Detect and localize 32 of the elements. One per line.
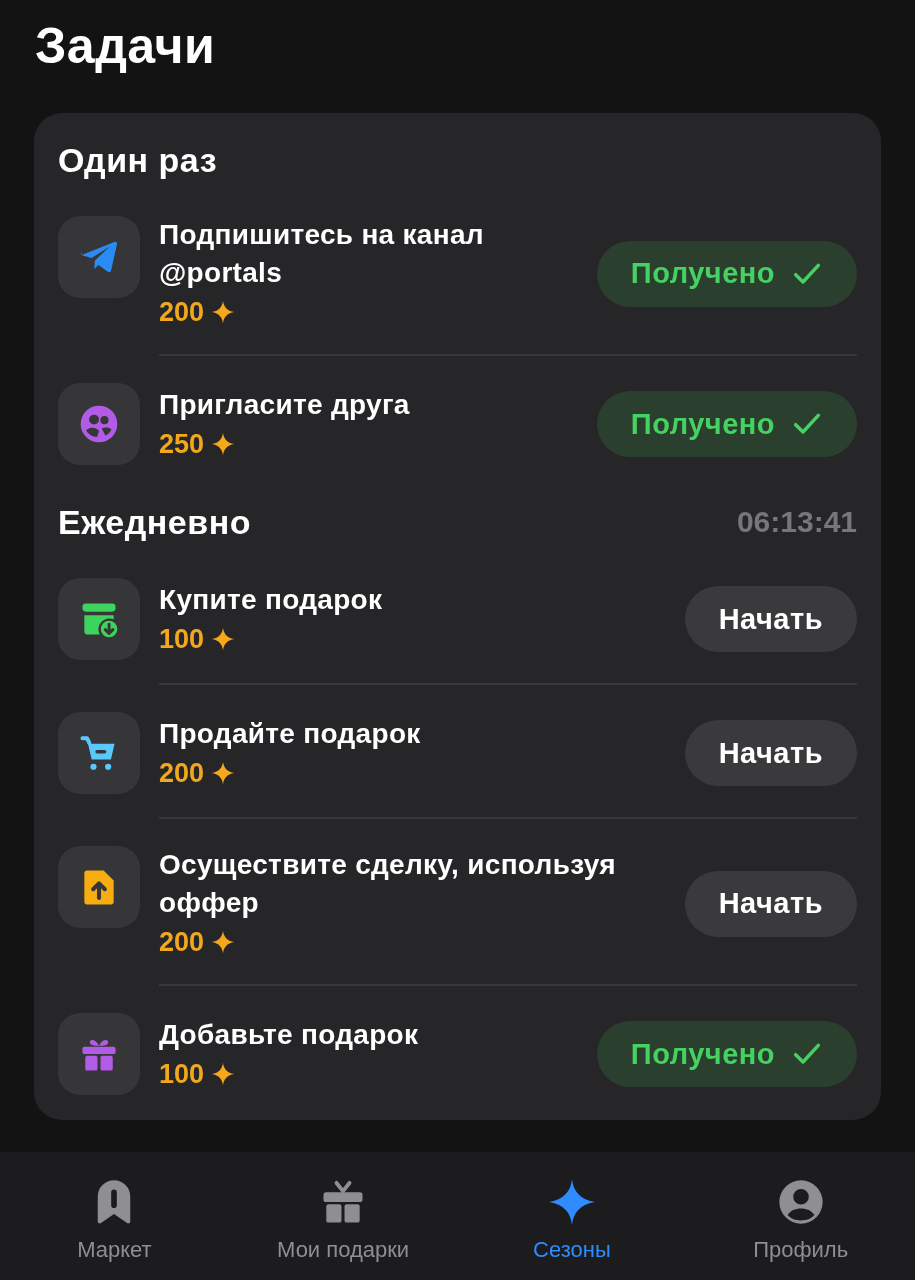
document-arrow-icon: [58, 846, 140, 928]
paper-plane-icon: [58, 216, 140, 298]
page-title: Задачи: [35, 17, 216, 76]
people-icon: [58, 383, 140, 465]
start-button[interactable]: Начать: [684, 586, 857, 652]
start-button[interactable]: Начать: [684, 870, 857, 937]
task-title: Пригласите друга: [159, 387, 411, 422]
reward-points: 100: [159, 1057, 205, 1091]
reward-points: 200: [159, 756, 205, 790]
claimed-button[interactable]: Получено: [596, 391, 857, 457]
claimed-button[interactable]: Получено: [596, 240, 857, 307]
claimed-button[interactable]: Получено: [596, 1021, 857, 1087]
countdown-timer: 06:13:41: [736, 504, 857, 540]
start-button[interactable]: Начать: [684, 720, 857, 786]
tab[interactable]: Маркет: [73, 1152, 156, 1263]
reward-points: 100: [159, 622, 205, 656]
reward-points: 200: [159, 296, 205, 329]
box-arrow-icon: [58, 578, 140, 660]
task-title: Купите подарок: [159, 582, 384, 617]
tab[interactable]: Профиль: [749, 1152, 853, 1263]
task-title: Осуществите сделку, используя оффер: [159, 848, 617, 920]
section-title: Один раз: [58, 140, 218, 180]
reward-points: 250: [159, 427, 205, 461]
task-title: Подпишитесь на канал @portals: [159, 218, 485, 290]
section-title: Ежедневно: [58, 502, 251, 542]
task-title: Продайте подарок: [159, 716, 422, 751]
cart-icon: [58, 712, 140, 794]
gift-icon: [58, 1013, 140, 1095]
task-title: Добавьте подарок: [159, 1017, 420, 1052]
tab[interactable]: Сезоны: [529, 1152, 615, 1263]
reward-points: 200: [159, 926, 205, 959]
tab[interactable]: Мои подарки: [273, 1152, 414, 1263]
